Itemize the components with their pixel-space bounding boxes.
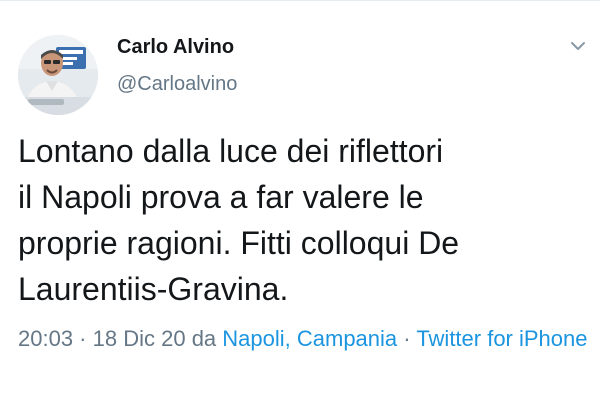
location-link[interactable]: Napoli, Campania	[222, 326, 397, 351]
tweet-line: proprie ragioni. Fitti colloqui De	[18, 225, 460, 261]
tweet-text: Lontano dalla luce dei riflettori il Nap…	[18, 128, 588, 312]
tweet-metadata: 20:03 · 18 Dic 20 da Napoli, Campania · …	[18, 323, 588, 355]
chevron-down-icon[interactable]	[568, 38, 588, 54]
author-header[interactable]: Carlo Alvino @Carloalvino	[117, 34, 537, 98]
tweet-date[interactable]: 18 Dic 20	[93, 326, 186, 351]
top-divider	[0, 0, 600, 1]
avatar[interactable]	[18, 35, 98, 115]
meta-separator: ·	[73, 326, 93, 351]
tweet-time[interactable]: 20:03	[18, 326, 73, 351]
author-display-name[interactable]: Carlo Alvino	[117, 34, 537, 60]
tweet-line: Lontano dalla luce dei riflettori	[18, 133, 444, 169]
tweet-line: il Napoli prova a far valere le	[18, 179, 424, 215]
source-link[interactable]: Twitter for iPhone	[416, 326, 587, 351]
tweet-line: Laurentiis-Gravina.	[18, 271, 289, 307]
meta-separator: ·	[397, 326, 417, 351]
avatar-photo	[18, 35, 98, 115]
author-handle[interactable]: @Carloalvino	[117, 70, 537, 98]
from-word: da	[185, 326, 223, 351]
